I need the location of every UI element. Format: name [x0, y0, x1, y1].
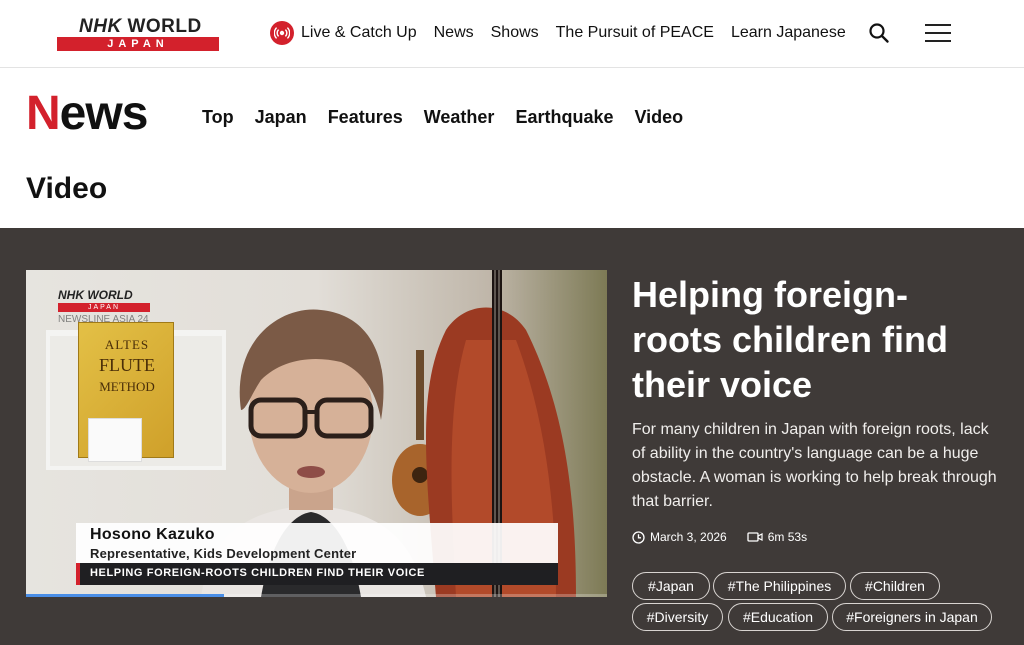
nav-live-catch-up[interactable]: Live & Catch Up [301, 24, 417, 42]
video-duration: 6m 53s [767, 530, 808, 544]
nav-shows[interactable]: Shows [491, 24, 539, 42]
video-strap-caption: HELPING FOREIGN-ROOTS CHILDREN FIND THEI… [76, 563, 558, 585]
nav-learn-japanese[interactable]: Learn Japanese [731, 24, 846, 42]
tag-foreigners-in-japan[interactable]: #Foreigners in Japan [832, 603, 992, 631]
tag-diversity[interactable]: #Diversity [632, 603, 723, 631]
logo-subtitle: JAPAN [57, 37, 219, 51]
page-title: Video [26, 172, 108, 205]
search-icon[interactable] [868, 22, 890, 44]
news-section-nav: Top Japan Features Weather Earthquake Vi… [202, 107, 704, 128]
nav-pursuit-of-peace[interactable]: The Pursuit of PEACE [556, 24, 714, 42]
tag-education[interactable]: #Education [728, 603, 828, 631]
global-nav: Live & Catch Up News Shows The Pursuit o… [270, 20, 863, 46]
tab-video[interactable]: Video [634, 107, 683, 128]
video-channel-watermark: NHK WORLD JAPAN NEWSLINE ASIA 24 [58, 288, 150, 325]
tab-weather[interactable]: Weather [424, 107, 495, 128]
tab-japan[interactable]: Japan [255, 107, 307, 128]
speaker-lower-third: Hosono Kazuko Representative, Kids Devel… [76, 523, 558, 563]
tab-features[interactable]: Features [328, 107, 403, 128]
nav-news[interactable]: News [434, 24, 474, 42]
speaker-name: Hosono Kazuko [90, 526, 215, 543]
tag-children[interactable]: #Children [850, 572, 940, 600]
logo-wordmark: NHK WORLD [79, 16, 202, 37]
hamburger-menu-icon[interactable] [925, 24, 951, 42]
feature-headline[interactable]: Helping foreign-roots children find thei… [632, 272, 992, 407]
clock-icon [632, 530, 645, 544]
feature-summary: For many children in Japan with foreign … [632, 421, 997, 510]
tag-the-philippines[interactable]: #The Philippines [713, 572, 846, 600]
tab-top[interactable]: Top [202, 107, 234, 128]
video-camera-icon [747, 531, 763, 543]
feature-meta: March 3, 2026 6m 53s [632, 530, 807, 544]
video-progress-track[interactable] [26, 594, 607, 597]
global-header: NHK WORLD JAPAN Live & Catch Up News Sho… [0, 0, 1024, 68]
featured-video-section: ALTES FLUTE METHOD NHK WORLD JAPAN NEWSL… [0, 228, 1024, 645]
speaker-title: Representative, Kids Development Center [90, 546, 357, 561]
note-card [88, 418, 142, 462]
news-section-title[interactable]: News [26, 86, 148, 141]
tag-japan[interactable]: #Japan [632, 572, 710, 600]
video-progress-fill [26, 594, 224, 597]
tab-earthquake[interactable]: Earthquake [515, 107, 613, 128]
nhk-world-japan-logo[interactable]: NHK WORLD JAPAN [57, 16, 219, 52]
live-broadcast-icon[interactable] [270, 21, 294, 45]
video-player[interactable]: ALTES FLUTE METHOD NHK WORLD JAPAN NEWSL… [26, 270, 607, 597]
publish-date: March 3, 2026 [650, 530, 727, 544]
